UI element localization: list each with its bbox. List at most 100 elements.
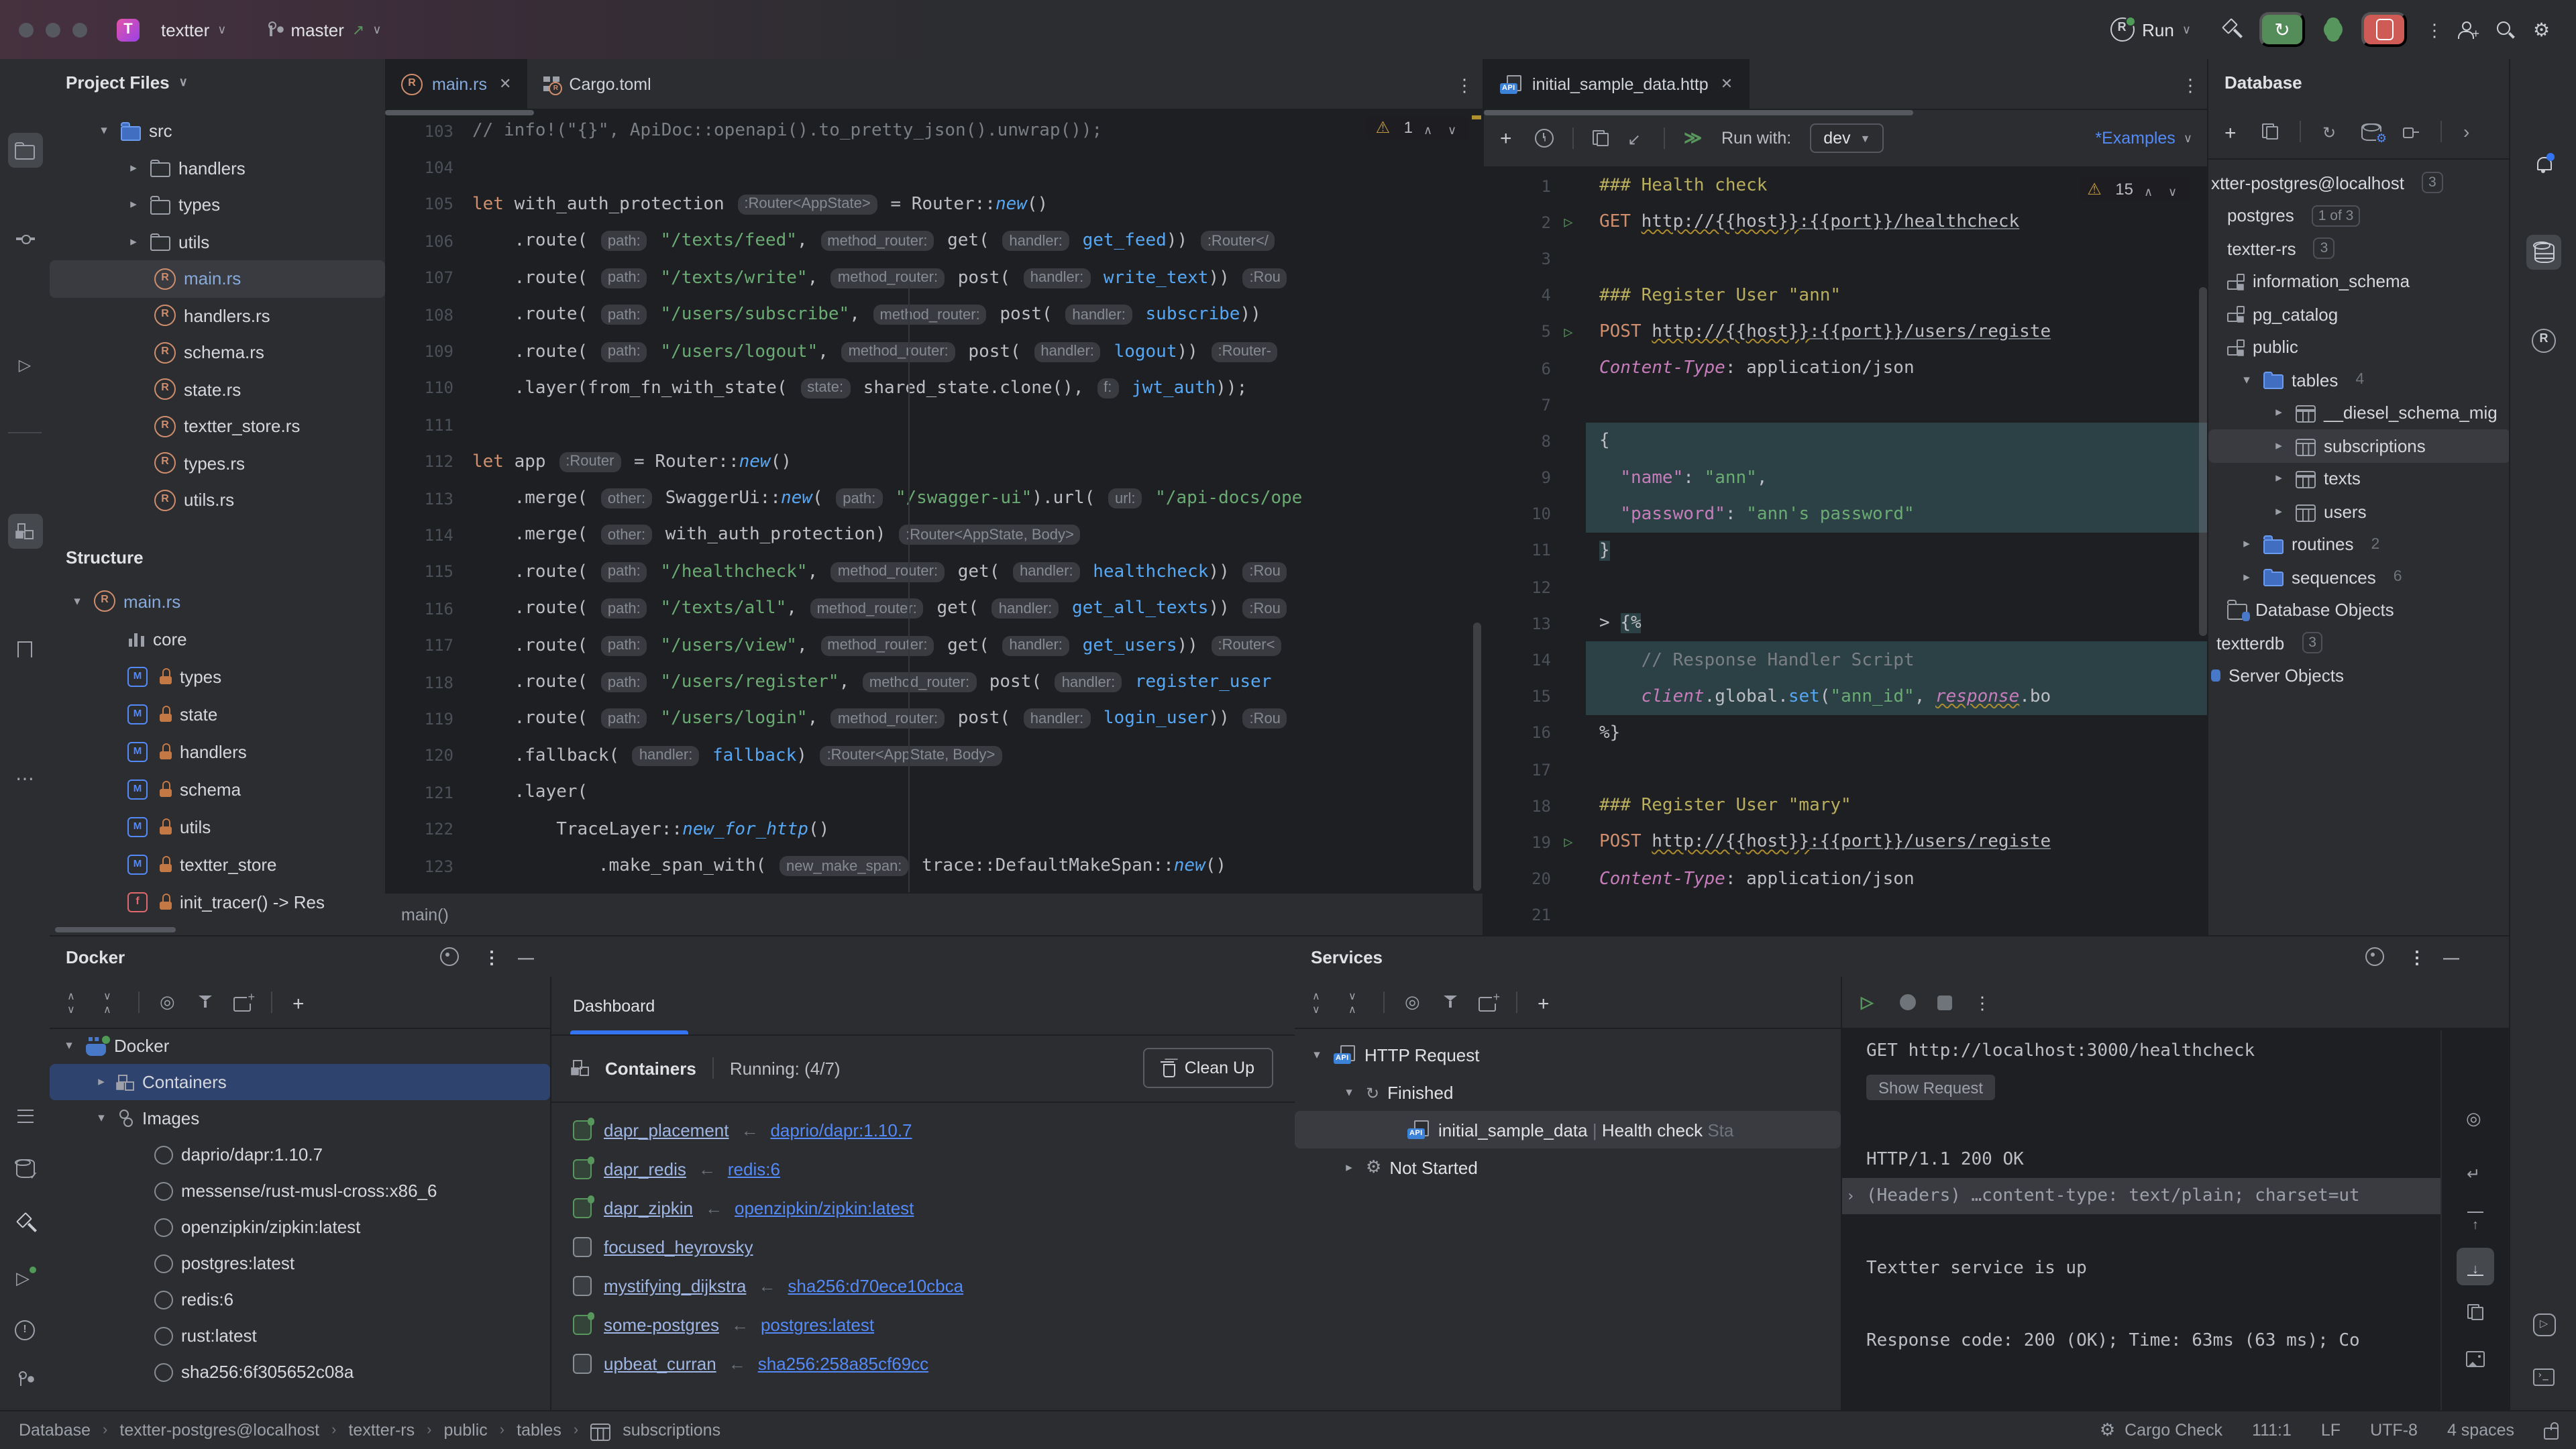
- code-line[interactable]: 111: [385, 407, 1483, 443]
- close-tab-icon[interactable]: ✕: [499, 75, 511, 93]
- tree-row[interactable]: ▾ tables 4: [2208, 364, 2510, 396]
- tree-row[interactable]: postgres:latest: [50, 1245, 550, 1281]
- chevron-right-icon[interactable]: ▸: [2270, 472, 2288, 486]
- copy-button[interactable]: [1593, 130, 1609, 146]
- run-all-requests-button[interactable]: [1684, 127, 1703, 149]
- image-link[interactable]: redis:6: [728, 1159, 780, 1179]
- tree-row[interactable]: ▾ Finished: [1295, 1073, 1841, 1111]
- tree-row[interactable]: utils: [50, 808, 385, 845]
- chevron-right-icon[interactable]: ▸: [2270, 406, 2288, 421]
- code-line[interactable]: 9 "name": "ann",: [1484, 460, 2208, 496]
- code-line[interactable]: 21: [1484, 898, 2208, 934]
- tree-row[interactable]: ▸ subscriptions: [2208, 429, 2510, 462]
- tree-row[interactable]: handlers: [50, 733, 385, 770]
- build-tool-button[interactable]: [7, 1206, 42, 1241]
- line-number[interactable]: 118: [385, 673, 453, 692]
- tab-initial-sample-data[interactable]: API initial_sample_data.http ✕: [1484, 59, 1750, 109]
- line-number[interactable]: 121: [385, 783, 453, 802]
- code-line[interactable]: 17: [1484, 751, 2208, 788]
- code-line[interactable]: 119 .route( path: "/users/login", method…: [385, 701, 1483, 738]
- tree-row[interactable]: public: [2208, 331, 2510, 364]
- http-vscrollbar[interactable]: [2199, 287, 2207, 636]
- refresh-button[interactable]: [2322, 121, 2340, 142]
- code-line[interactable]: 122 TraceLayer:: new_for_http(): [385, 811, 1483, 848]
- expand-toolbar-icon[interactable]: [2463, 121, 2477, 142]
- code-line[interactable]: 18 ### Register User "mary": [1484, 788, 2208, 824]
- line-number[interactable]: 5: [1484, 323, 1551, 341]
- database-changes-tool-button[interactable]: [7, 1151, 42, 1186]
- stop-request-button[interactable]: [1937, 995, 1952, 1010]
- run-tool-button[interactable]: [7, 1258, 42, 1293]
- container-link[interactable]: dapr_placement: [604, 1120, 729, 1140]
- breadcrumb-item[interactable]: subscriptions: [623, 1421, 720, 1440]
- response-headers-line[interactable]: › (Headers) …content-type: text/plain; ch…: [1842, 1178, 2442, 1214]
- line-number[interactable]: 8: [1484, 432, 1551, 451]
- line-number[interactable]: 110: [385, 379, 453, 398]
- tree-row[interactable]: schema: [50, 770, 385, 808]
- prev-problem-icon[interactable]: [1424, 119, 1437, 136]
- project-tool-button[interactable]: [7, 133, 42, 168]
- stop-button[interactable]: [2361, 12, 2407, 47]
- tree-row[interactable]: state: [50, 695, 385, 733]
- line-number[interactable]: 15: [1484, 687, 1551, 706]
- more-tools-button[interactable]: [7, 759, 42, 794]
- line-number[interactable]: 120: [385, 747, 453, 765]
- structure-hscrollbar[interactable]: [55, 927, 176, 932]
- code-line[interactable]: 6 Content-Type: application/json: [1484, 350, 2208, 386]
- line-number[interactable]: 10: [1484, 505, 1551, 524]
- line-number[interactable]: 1: [1484, 176, 1551, 195]
- tree-row[interactable]: textter_store.rs: [50, 408, 385, 445]
- code-line[interactable]: 116 .route( path: "/texts/all", method_r…: [385, 590, 1483, 627]
- tree-row[interactable]: ▸ utils: [50, 223, 385, 260]
- tree-row[interactable]: schema.rs: [50, 334, 385, 371]
- container-link[interactable]: dapr_redis: [604, 1159, 686, 1179]
- chevron-right-icon[interactable]: ▸: [125, 235, 142, 250]
- image-link[interactable]: daprio/dapr:1.10.7: [770, 1120, 912, 1140]
- code-line[interactable]: 108 .route( path: "/users/subscribe", me…: [385, 297, 1483, 333]
- code-line[interactable]: 120 .fallback( handler: fallback) :Route…: [385, 737, 1483, 774]
- editor-options-button[interactable]: [1456, 74, 1469, 93]
- problems-tool-button[interactable]: [7, 1312, 42, 1347]
- services-list-tool-button[interactable]: [7, 1099, 42, 1134]
- breadcrumb-item[interactable]: main(): [401, 905, 449, 924]
- line-number[interactable]: 3: [1484, 250, 1551, 268]
- tree-row[interactable]: types.rs: [50, 445, 385, 482]
- chevron-right-icon[interactable]: ▸: [2238, 570, 2255, 585]
- container-row[interactable]: focused_heyrovsky: [551, 1228, 1295, 1267]
- code-line[interactable]: 11}: [1484, 533, 2208, 569]
- console-view-options-button[interactable]: [2457, 1100, 2494, 1138]
- code-line[interactable]: 113 .merge( other: SwaggerUi:: new( path:…: [385, 480, 1483, 517]
- code-line[interactable]: 19 ▷ POST http://{{host}}:{{port}}/users/r…: [1484, 824, 2208, 861]
- tree-row[interactable]: postgres 1 of 3: [2208, 199, 2510, 232]
- status-item[interactable]: 4 spaces: [2447, 1421, 2514, 1440]
- tree-row[interactable]: ▾ Docker: [50, 1028, 550, 1064]
- breadcrumb-item[interactable]: Database: [19, 1421, 91, 1440]
- prev-problem-icon[interactable]: [2144, 181, 2157, 197]
- open-image-button[interactable]: [2457, 1339, 2494, 1377]
- editor-vscrollbar[interactable]: [1473, 623, 1481, 891]
- code-line[interactable]: 14 // Response Handler Script: [1484, 641, 2208, 679]
- tree-row[interactable]: rust:latest: [50, 1318, 550, 1354]
- container-row[interactable]: upbeat_curran ← sha256:258a85cf69cc: [551, 1344, 1295, 1383]
- line-number[interactable]: 107: [385, 269, 453, 288]
- breadcrumb-item[interactable]: textter-postgres@localhost: [119, 1421, 319, 1440]
- line-number[interactable]: 21: [1484, 906, 1551, 925]
- expand-headers-icon[interactable]: ›: [1846, 1187, 1855, 1205]
- structure-tool-button[interactable]: [7, 514, 42, 549]
- line-number[interactable]: 19: [1484, 833, 1551, 852]
- dock-options-icon[interactable]: [2365, 947, 2384, 966]
- line-number[interactable]: 14: [1484, 651, 1551, 669]
- debug-request-button[interactable]: [1900, 994, 1916, 1010]
- container-row[interactable]: some-postgres ← postgres:latest: [551, 1305, 1295, 1344]
- chevron-down-icon[interactable]: ▾: [60, 1038, 78, 1053]
- tree-row[interactable]: API initial_sample_data | Health check St…: [1295, 1111, 1841, 1148]
- close-window-icon[interactable]: [19, 22, 34, 37]
- tree-row[interactable]: pg_catalog: [2208, 298, 2510, 331]
- hide-panel-button[interactable]: [518, 947, 535, 966]
- rerun-request-button[interactable]: [1861, 991, 1878, 1013]
- status-item[interactable]: 111:1: [2252, 1421, 2292, 1440]
- line-number[interactable]: 119: [385, 710, 453, 729]
- tree-row[interactable]: Database Objects: [2208, 594, 2510, 627]
- add-service-button[interactable]: [1479, 989, 1501, 1011]
- tree-row[interactable]: ▸ texts: [2208, 462, 2510, 495]
